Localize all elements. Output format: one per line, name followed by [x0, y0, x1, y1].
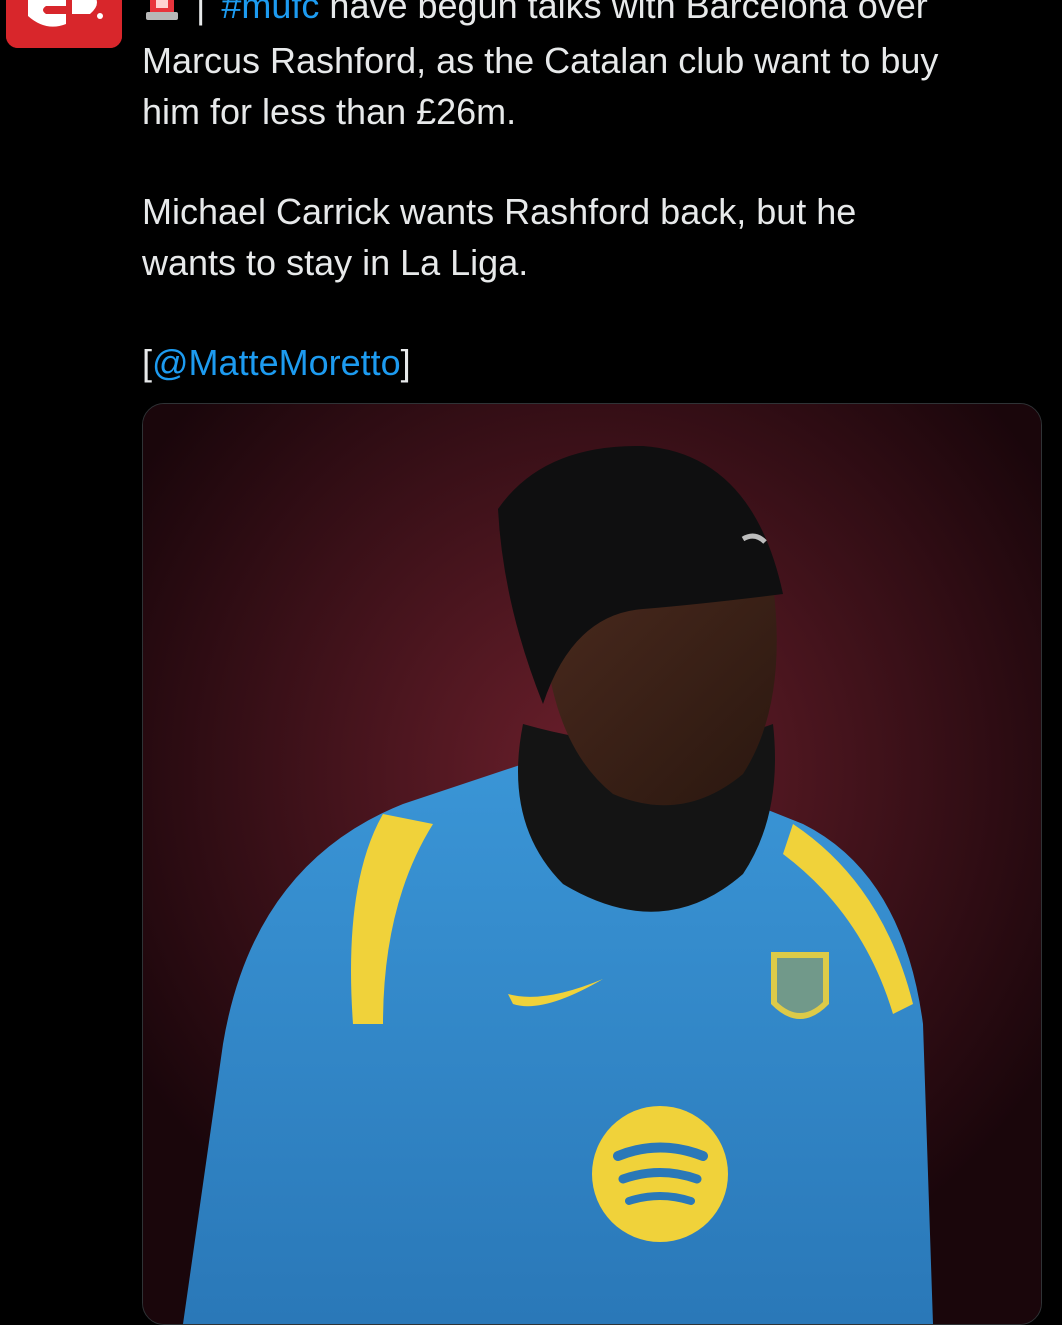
- mention-link[interactable]: @MatteMoretto: [152, 342, 401, 383]
- hashtag-mufc[interactable]: #mufc: [221, 0, 319, 26]
- rotating-light-icon: [142, 0, 182, 35]
- bracket-open: [: [142, 342, 153, 383]
- tweet-credit: [@MatteMoretto]: [142, 337, 1042, 388]
- tweet-line-1: | #mufc have begun talks with Barcelona …: [142, 0, 1042, 35]
- tweet-line-3: him for less than £26m.: [142, 91, 517, 132]
- tweet-paragraph-2: Michael Carrick wants Rashford back, but…: [142, 186, 1042, 288]
- bracket-close: ]: [400, 342, 411, 383]
- tweet-text: | #mufc have begun talks with Barcelona …: [142, 0, 1042, 437]
- separator: |: [196, 0, 206, 26]
- tweet-line-4: Michael Carrick wants Rashford back, but…: [142, 191, 857, 232]
- avatar[interactable]: [6, 0, 122, 48]
- tweet-line-5: wants to stay in La Liga.: [142, 242, 529, 283]
- tweet-line-1-text: have begun talks with Barcelona over: [319, 0, 928, 26]
- news-outlet-logo-icon: [6, 0, 122, 48]
- tweet-media-photo[interactable]: [142, 403, 1042, 1325]
- tweet-paragraph-3: [@MatteMoretto]: [142, 337, 1042, 388]
- tweet-paragraph-1: | #mufc have begun talks with Barcelona …: [142, 0, 1042, 137]
- player-photo-icon: [143, 404, 1041, 1324]
- tweet-line-2: Marcus Rashford, as the Catalan club wan…: [142, 40, 939, 81]
